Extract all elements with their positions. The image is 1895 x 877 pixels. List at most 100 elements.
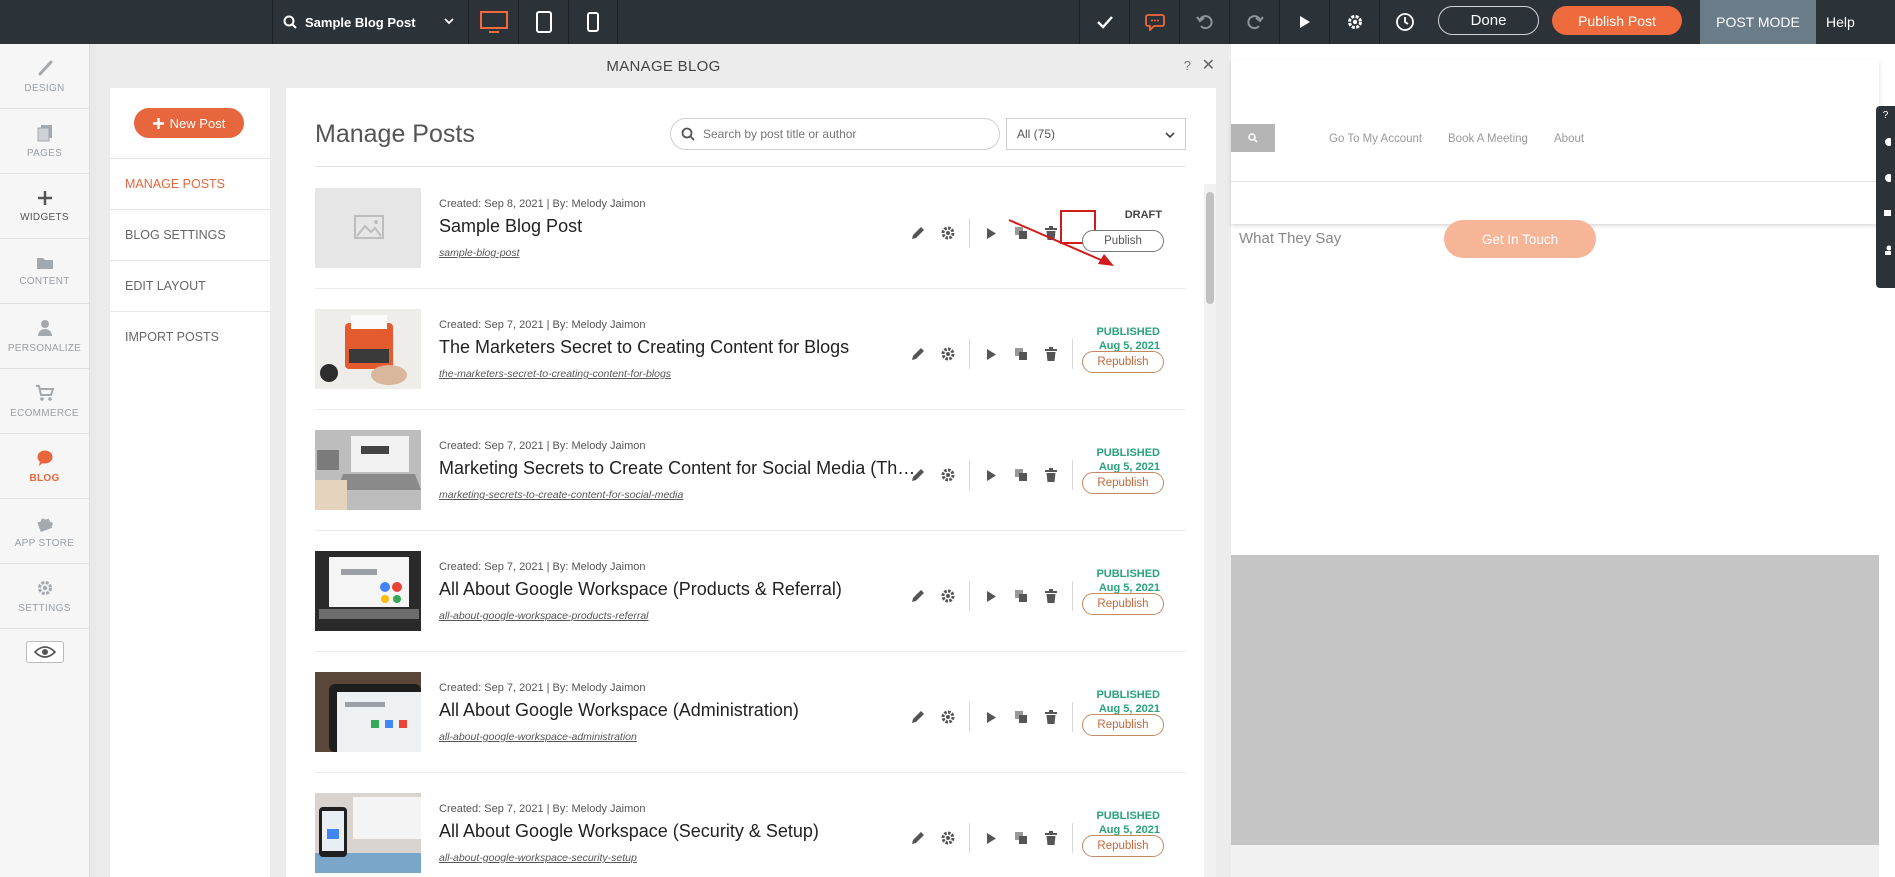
posts-scrollbar[interactable] (1204, 184, 1216, 877)
history-button[interactable] (1379, 0, 1429, 44)
status-badge: PUBLISHED Aug 5, 2021 (1096, 567, 1160, 595)
delete-button[interactable] (1036, 460, 1066, 490)
preview-nav-account[interactable]: Go To My Account (1329, 133, 1422, 145)
post-thumbnail[interactable] (315, 793, 421, 873)
sidebar-item-pages[interactable]: PAGES (0, 109, 89, 174)
duplicate-button[interactable] (1006, 702, 1036, 732)
brush-icon (36, 59, 54, 77)
checkmark-button[interactable] (1079, 0, 1129, 44)
side-tab-help[interactable]: ? (1876, 106, 1895, 124)
sidebar-item-content[interactable]: CONTENT (0, 239, 89, 304)
side-tab-3[interactable] (1876, 196, 1895, 232)
chat-icon (1881, 209, 1891, 219)
post-slug[interactable]: all-about-google-workspace-products-refe… (439, 610, 649, 622)
duplicate-button[interactable] (1006, 581, 1036, 611)
panel-help-button[interactable]: ? (1184, 58, 1191, 73)
sidebar-item-label: APP STORE (14, 537, 75, 549)
puzzle-icon (36, 514, 54, 532)
redo-button[interactable] (1229, 0, 1279, 44)
action-separator (1072, 460, 1073, 490)
action-separator (1072, 823, 1073, 853)
undo-button[interactable] (1179, 0, 1229, 44)
sidebar-item-settings[interactable]: SETTINGS (0, 564, 89, 629)
cart-icon (35, 384, 55, 402)
republish-button[interactable]: Republish (1082, 472, 1164, 494)
sidebar-item-personalize[interactable]: PERSONALIZE (0, 304, 89, 369)
delete-button[interactable] (1036, 823, 1066, 853)
duplicate-button[interactable] (1006, 823, 1036, 853)
edit-button[interactable] (903, 823, 933, 853)
preview-cta-button[interactable]: Get In Touch (1444, 220, 1596, 258)
edit-button[interactable] (903, 460, 933, 490)
subnav-item-edit-layout[interactable]: EDIT LAYOUT (110, 260, 270, 311)
post-settings-button[interactable] (933, 702, 963, 732)
post-thumbnail[interactable] (315, 430, 421, 510)
pages-icon (37, 124, 53, 142)
comments-button[interactable] (1129, 0, 1179, 44)
side-tab-4[interactable] (1876, 232, 1895, 268)
republish-button[interactable]: Republish (1082, 835, 1164, 857)
sidebar-item-widgets[interactable]: WIDGETS (0, 174, 89, 239)
edit-button[interactable] (903, 702, 933, 732)
circle-icon (1881, 137, 1891, 147)
panel-close-button[interactable]: ✕ (1202, 55, 1215, 75)
editor-sidebar: DESIGN PAGES WIDGETS CONTENT PERSONALIZE… (0, 44, 90, 877)
side-tab-1[interactable] (1876, 124, 1895, 160)
eye-icon (33, 645, 56, 659)
post-settings-button[interactable] (933, 823, 963, 853)
done-button[interactable]: Done (1438, 6, 1539, 35)
preview-nav-meeting[interactable]: Book A Meeting (1448, 133, 1528, 145)
post-meta: Created: Sep 7, 2021 | By: Melody Jaimon (439, 803, 646, 815)
post-title[interactable]: All About Google Workspace (Administrati… (439, 700, 919, 721)
post-title[interactable]: Marketing Secrets to Create Content for … (439, 458, 919, 479)
republish-button[interactable]: Republish (1082, 593, 1164, 615)
post-thumbnail[interactable] (315, 551, 421, 631)
side-tab-2[interactable] (1876, 160, 1895, 196)
sidebar-item-app-store[interactable]: APP STORE (0, 499, 89, 564)
post-title[interactable]: All About Google Workspace (Products & R… (439, 579, 919, 600)
sidebar-item-blog[interactable]: BLOG (0, 434, 89, 499)
post-slug[interactable]: the-marketers-secret-to-creating-content… (439, 368, 671, 380)
post-slug[interactable]: all-about-google-workspace-security-setu… (439, 852, 637, 864)
scrollbar-thumb[interactable] (1206, 192, 1214, 304)
preview-play-button[interactable] (1279, 0, 1329, 44)
person-icon (1881, 245, 1891, 255)
mobile-view-button[interactable] (568, 0, 618, 44)
subnav-item-manage-posts[interactable]: MANAGE POSTS (110, 158, 270, 209)
republish-button[interactable]: Republish (1082, 351, 1164, 373)
help-link[interactable]: Help (1816, 0, 1895, 44)
delete-button[interactable] (1036, 702, 1066, 732)
desktop-view-button[interactable] (468, 0, 518, 44)
preview-button[interactable] (976, 823, 1006, 853)
post-settings-button[interactable] (933, 581, 963, 611)
action-separator (969, 702, 970, 732)
tablet-view-button[interactable] (518, 0, 568, 44)
preview-nav-about[interactable]: About (1554, 133, 1584, 145)
preview-button[interactable] (976, 702, 1006, 732)
edit-button[interactable] (903, 581, 933, 611)
publish-post-button[interactable]: Publish Post (1552, 6, 1682, 35)
page-selector[interactable]: Sample Blog Post (272, 0, 464, 44)
preview-button[interactable] (976, 581, 1006, 611)
duplicate-button[interactable] (1006, 460, 1036, 490)
settings-button[interactable] (1329, 0, 1379, 44)
new-post-button[interactable]: New Post (134, 108, 244, 138)
person-icon (37, 319, 53, 337)
sidebar-item-ecommerce[interactable]: ECOMMERCE (0, 369, 89, 434)
sidebar-item-design[interactable]: DESIGN (0, 44, 89, 109)
subnav-item-blog-settings[interactable]: BLOG SETTINGS (110, 209, 270, 260)
preview-search-button[interactable] (1231, 124, 1275, 152)
post-slug[interactable]: marketing-secrets-to-create-content-for-… (439, 489, 683, 501)
post-title[interactable]: All About Google Workspace (Security & S… (439, 821, 919, 842)
preview-eye-button[interactable] (25, 641, 64, 663)
sidebar-item-label: PAGES (26, 147, 63, 159)
preview-button[interactable] (976, 460, 1006, 490)
subnav-item-import-posts[interactable]: IMPORT POSTS (110, 311, 270, 362)
status-label: PUBLISHED (1096, 810, 1160, 822)
post-settings-button[interactable] (933, 460, 963, 490)
delete-button[interactable] (1036, 581, 1066, 611)
action-separator (969, 823, 970, 853)
post-slug[interactable]: all-about-google-workspace-administratio… (439, 731, 637, 743)
post-thumbnail[interactable] (315, 672, 421, 752)
republish-button[interactable]: Republish (1082, 714, 1164, 736)
